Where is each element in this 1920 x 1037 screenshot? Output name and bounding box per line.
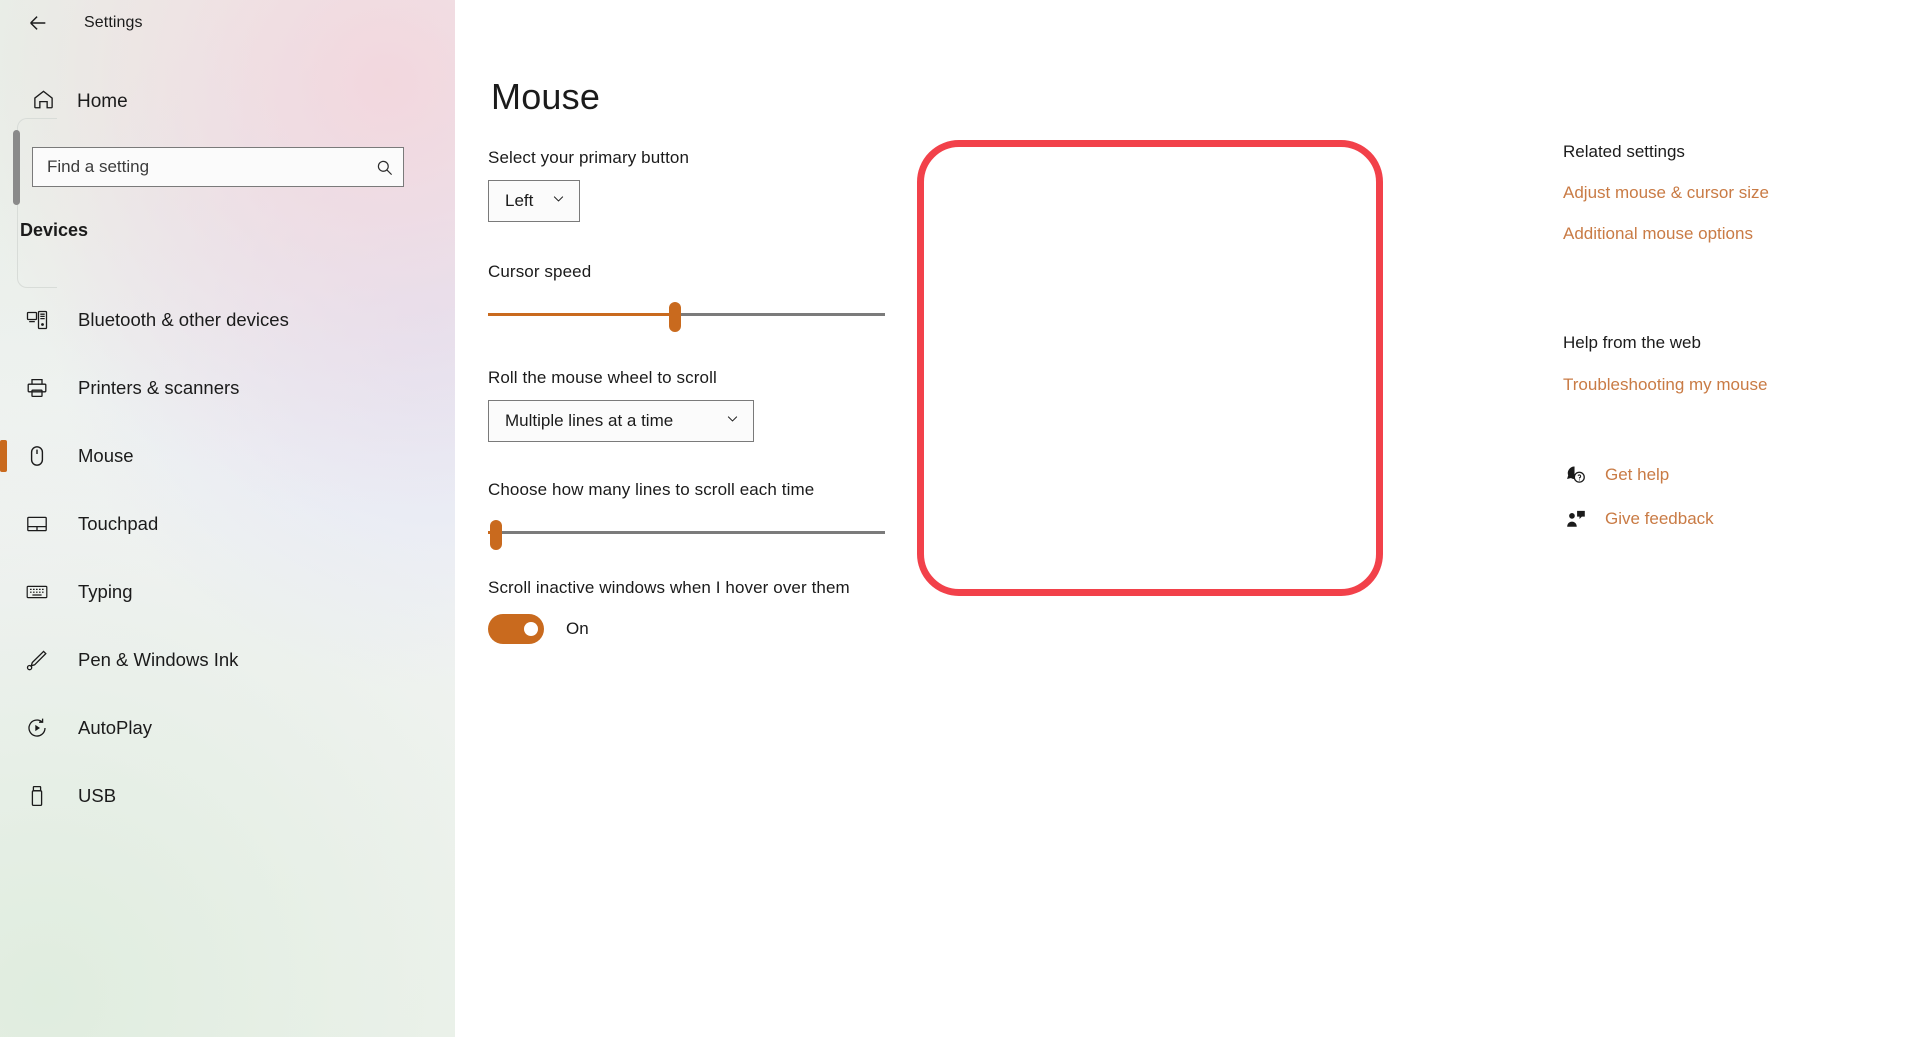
home-icon xyxy=(32,88,55,116)
lines-to-scroll-label: Choose how many lines to scroll each tim… xyxy=(488,480,815,499)
give-feedback-label: Give feedback xyxy=(1605,509,1714,528)
sidebar-item-bluetooth-other-devices[interactable]: Bluetooth & other devices xyxy=(0,286,455,354)
sidebar-item-usb[interactable]: USB xyxy=(0,762,455,830)
chevron-down-icon xyxy=(551,191,566,211)
give-feedback-icon xyxy=(1563,508,1589,530)
sidebar-item-home[interactable]: Home xyxy=(22,80,138,124)
sidebar-nav-list: Bluetooth & other devices Printers & sca… xyxy=(0,286,455,830)
link-additional-mouse-options[interactable]: Additional mouse options xyxy=(1563,224,1769,244)
cursor-speed-fill xyxy=(488,313,675,316)
lines-to-scroll-track xyxy=(488,531,885,534)
support-actions: Get help Give feedback xyxy=(1563,464,1714,552)
scroll-pane-edge xyxy=(17,118,57,288)
sidebar-item-touchpad[interactable]: Touchpad xyxy=(0,490,455,558)
wheel-scroll-label: Roll the mouse wheel to scroll xyxy=(488,368,717,387)
sidebar-item-label: Pen & Windows Ink xyxy=(78,649,239,670)
cursor-speed-slider[interactable] xyxy=(488,302,885,332)
chevron-down-icon xyxy=(725,411,740,431)
sidebar-item-pen-windows-ink[interactable]: Pen & Windows Ink xyxy=(0,626,455,694)
lines-to-scroll-thumb[interactable] xyxy=(489,520,502,550)
wheel-scroll-value: Multiple lines at a time xyxy=(505,411,674,430)
wheel-scroll-dropdown[interactable]: Multiple lines at a time xyxy=(488,400,754,442)
sidebar-item-label: Printers & scanners xyxy=(78,377,240,398)
touchpad-icon xyxy=(22,512,52,536)
sidebar-item-label: USB xyxy=(78,785,117,806)
sidebar-item-label: Typing xyxy=(78,581,133,602)
search-box[interactable] xyxy=(32,147,404,187)
bluetooth-devices-icon xyxy=(22,308,52,332)
search-input[interactable] xyxy=(33,157,365,177)
autoplay-icon xyxy=(22,716,52,740)
sidebar-item-label: AutoPlay xyxy=(78,717,153,738)
link-adjust-mouse-cursor-size[interactable]: Adjust mouse & cursor size xyxy=(1563,183,1769,203)
inactive-scroll-state: On xyxy=(566,619,589,638)
inactive-scroll-toggle[interactable] xyxy=(488,614,544,644)
arrow-left-icon xyxy=(30,16,46,30)
get-help-label: Get help xyxy=(1605,465,1670,484)
sidebar-item-label: Touchpad xyxy=(78,513,159,534)
printer-icon xyxy=(22,376,52,400)
sidebar-item-typing[interactable]: Typing xyxy=(0,558,455,626)
link-troubleshooting-my-mouse[interactable]: Troubleshooting my mouse xyxy=(1563,375,1767,395)
related-settings-header: Related settings xyxy=(1563,142,1685,161)
mouse-settings-group: Select your primary button Left Cursor s… xyxy=(488,148,908,644)
back-button[interactable] xyxy=(14,3,62,43)
highlight-annotation xyxy=(917,140,1383,596)
sidebar-item-label: Mouse xyxy=(78,445,134,466)
sidebar: Settings Home Devices xyxy=(0,0,455,1037)
page-title: Mouse xyxy=(491,76,601,117)
cursor-speed-thumb[interactable] xyxy=(668,302,681,332)
pen-icon xyxy=(22,648,52,672)
help-from-web-group: Help from the web Troubleshooting my mou… xyxy=(1563,333,1767,395)
mouse-icon xyxy=(22,444,52,468)
lines-to-scroll-slider[interactable] xyxy=(488,520,885,550)
sidebar-item-home-label: Home xyxy=(77,91,128,112)
sidebar-section-header: Devices xyxy=(20,220,89,240)
keyboard-icon xyxy=(22,580,52,604)
give-feedback-action[interactable]: Give feedback xyxy=(1563,508,1714,530)
get-help-icon xyxy=(1563,464,1589,486)
primary-button-value: Left xyxy=(505,191,534,210)
sidebar-item-label: Bluetooth & other devices xyxy=(78,309,289,330)
get-help-action[interactable]: Get help xyxy=(1563,464,1714,486)
cursor-speed-label: Cursor speed xyxy=(488,262,592,281)
sidebar-item-mouse[interactable]: Mouse xyxy=(0,422,455,490)
app-title: Settings xyxy=(84,14,143,31)
inactive-scroll-toggle-row: On xyxy=(488,614,908,644)
search-icon[interactable] xyxy=(365,158,403,177)
usb-icon xyxy=(22,784,52,808)
inactive-scroll-label: Scroll inactive windows when I hover ove… xyxy=(488,578,850,597)
related-settings-group: Related settings Adjust mouse & cursor s… xyxy=(1563,142,1769,244)
settings-window: Settings Home Devices xyxy=(0,0,1920,1037)
sidebar-item-printers-scanners[interactable]: Printers & scanners xyxy=(0,354,455,422)
toggle-knob xyxy=(524,622,538,636)
main-content: Mouse Select your primary button Left Cu… xyxy=(455,0,1920,1037)
help-from-web-header: Help from the web xyxy=(1563,333,1701,352)
primary-button-label: Select your primary button xyxy=(488,148,690,167)
primary-button-dropdown[interactable]: Left xyxy=(488,180,580,222)
sidebar-scrollbar[interactable] xyxy=(13,130,20,205)
title-bar: Settings xyxy=(0,0,455,46)
sidebar-item-autoplay[interactable]: AutoPlay xyxy=(0,694,455,762)
